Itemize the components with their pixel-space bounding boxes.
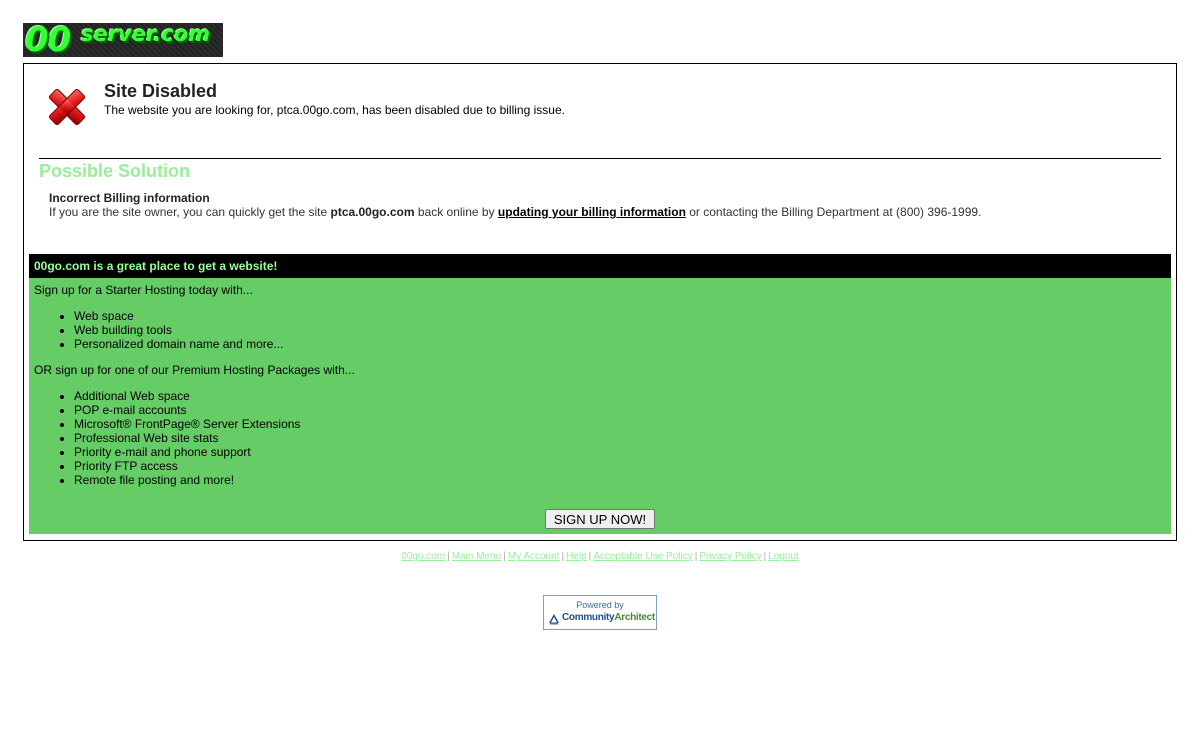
promo-body: Sign up for a Starter Hosting today with…	[29, 278, 1171, 534]
red-x-icon	[48, 88, 86, 126]
footer-separator: |	[694, 551, 698, 562]
footer-link-my-account[interactable]: My Account	[508, 551, 560, 562]
logo-text-00: 00	[25, 23, 71, 57]
starter-intro: Sign up for a Starter Hosting today with…	[34, 283, 253, 297]
footer-links: 00go.com | Main Menu | My Account | Help | Accep…	[0, 551, 1200, 562]
footer-separator: |	[447, 551, 450, 562]
notice-message: The website you are looking for, ptca.00…	[104, 103, 565, 117]
list-item: Professional Web site stats	[74, 431, 1166, 445]
list-item: POP e-mail accounts	[74, 403, 1166, 417]
list-item: Additional Web space	[74, 389, 1166, 403]
solution-heading: Possible Solution	[39, 161, 191, 181]
list-item: Microsoft® FrontPage® Server Extensions	[74, 417, 1166, 431]
list-item: Web space	[74, 309, 1166, 323]
starter-features-list: Web space Web building tools Personalize…	[34, 309, 1166, 351]
billing-issue-text: If you are the site owner, you can quick…	[49, 205, 981, 219]
site-logo[interactable]: 00 server.com	[23, 23, 223, 57]
billing-text-after: or contacting the Billing Department at …	[685, 205, 982, 219]
footer-link-help[interactable]: Help	[566, 551, 587, 562]
billing-issue-title: Incorrect Billing information	[49, 191, 210, 205]
powered-by-brand: CommunityArchitect	[562, 612, 655, 623]
powered-by-badge[interactable]: Powered by CommunityArchitect	[543, 595, 657, 630]
list-item: Priority e-mail and phone support	[74, 445, 1166, 459]
divider	[39, 158, 1161, 159]
brand-architect: Architect	[614, 612, 655, 623]
footer-link-logout[interactable]: Logout	[768, 551, 799, 562]
footer-link-privacy[interactable]: Privacy Policy	[699, 551, 761, 562]
billing-text-middle: back online by	[414, 205, 498, 219]
list-item: Personalized domain name and more...	[74, 337, 1166, 351]
list-item: Web building tools	[74, 323, 1166, 337]
sign-up-button[interactable]: SIGN UP NOW!	[545, 509, 655, 529]
footer-separator: |	[503, 551, 506, 562]
site-name: ptca.00go.com	[330, 205, 415, 219]
community-architect-icon	[549, 614, 559, 625]
promo-header: 00go.com is a great place to get a websi…	[29, 254, 1171, 278]
list-item: Priority FTP access	[74, 459, 1166, 473]
notice-panel: Site Disabled The website you are lookin…	[23, 63, 1177, 541]
footer-separator: |	[763, 551, 767, 562]
premium-intro: OR sign up for one of our Premium Hostin…	[34, 363, 355, 377]
notice-title: Site Disabled	[104, 81, 218, 101]
powered-by-label: Powered by	[576, 600, 624, 610]
brand-community: Community	[562, 612, 615, 623]
footer-link-00go[interactable]: 00go.com	[401, 551, 445, 562]
footer-link-main-menu[interactable]: Main Menu	[452, 551, 501, 562]
list-item: Remote file posting and more!	[74, 473, 1166, 487]
billing-text-before: If you are the site owner, you can quick…	[49, 205, 331, 219]
footer-separator: |	[561, 551, 565, 562]
update-billing-link[interactable]: updating your billing information	[498, 205, 686, 219]
footer-link-acceptable-use[interactable]: Acceptable Use Policy	[593, 551, 693, 562]
logo-text-server: server.com	[81, 23, 211, 46]
footer-separator: |	[588, 551, 592, 562]
premium-features-list: Additional Web space POP e-mail accounts…	[34, 389, 1166, 487]
